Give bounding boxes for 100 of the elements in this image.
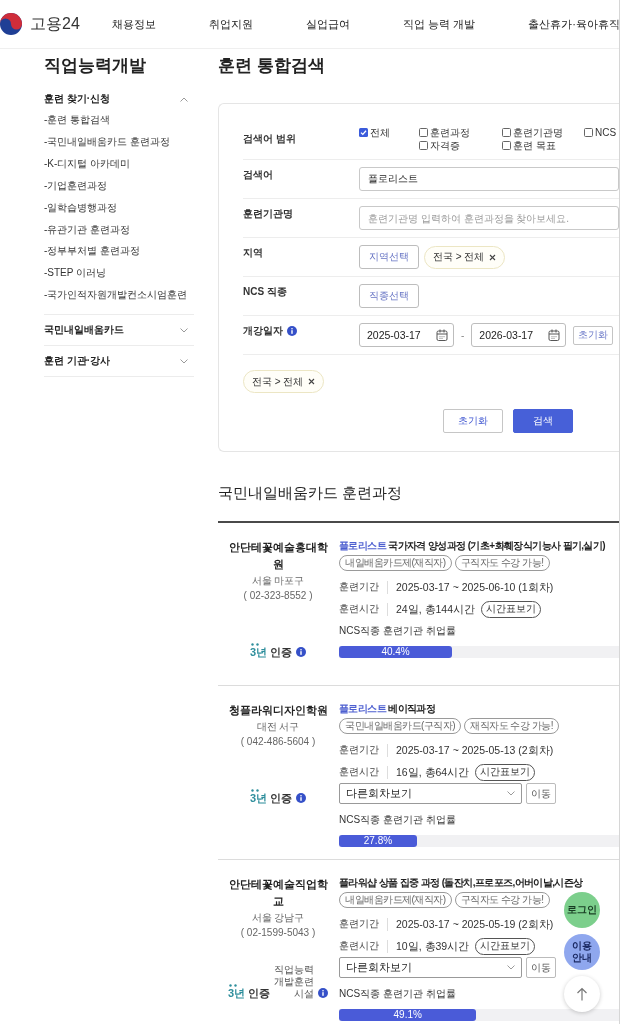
date-field[interactable]: 2026-03-17 xyxy=(471,323,567,347)
chevron-up-icon xyxy=(180,96,188,102)
go-button[interactable]: 이동 xyxy=(526,957,556,978)
menu-link[interactable]: -정부부처별 훈련과정 xyxy=(44,240,141,263)
reset-dates-button[interactable]: 초기화 xyxy=(573,325,614,345)
select-button[interactable]: 직종선택 xyxy=(359,284,419,308)
menu-link[interactable]: -국민내일배움카드 훈련과정 xyxy=(44,130,171,153)
dots-icon xyxy=(250,643,259,646)
hours-label: 훈련시간 xyxy=(339,602,379,616)
text-input-field[interactable]: 훈련기관명 입력하여 훈련과정을 찾아보세요. xyxy=(359,206,619,230)
nav-link[interactable]: 실업급여 xyxy=(306,16,350,32)
date-field[interactable]: 2025-03-17 xyxy=(359,323,454,347)
institution-phone: ( 042-486-5604 ) xyxy=(240,735,316,749)
employment-rate-fill: 49.1% xyxy=(339,1009,477,1021)
menu-link[interactable]: -훈련 통합검색 xyxy=(44,109,111,131)
scope-checkbox[interactable]: 전체 xyxy=(359,126,390,139)
hours-value: 24일, 총144시간 xyxy=(387,602,476,616)
timetable-button[interactable]: 시간표보기 xyxy=(475,763,536,781)
certification-label: 3년 인증 xyxy=(249,791,293,805)
filter-chip[interactable]: 전국 > 전체 xyxy=(424,245,506,269)
close-icon xyxy=(308,378,316,385)
section-title: 국민내일배움카드 훈련과정 xyxy=(218,483,404,503)
menu-link[interactable]: -국가인적자원개발컨소시엄훈련 xyxy=(44,284,188,307)
field-label: 검색어 xyxy=(243,168,273,182)
period-label: 훈련기간 xyxy=(339,580,379,594)
login-button[interactable]: 로그인 xyxy=(564,892,600,928)
menu-link[interactable]: -기업훈련과정 xyxy=(44,174,108,197)
period-value: 2025-03-17 ~ 2025-05-13 (2회차) xyxy=(387,743,554,757)
chevron-down-icon xyxy=(180,327,188,333)
scroll-top-button[interactable] xyxy=(564,976,600,1012)
field-label: NCS 직종 xyxy=(243,285,287,299)
menu-link[interactable]: -일학습병행과정 xyxy=(44,196,118,219)
session-select[interactable]: 다른회차보기 xyxy=(339,783,522,804)
reset-button[interactable]: 초기화 xyxy=(443,409,503,433)
filter-chip[interactable]: 전국 > 전체 xyxy=(243,370,325,393)
caret-icon xyxy=(507,965,515,970)
menu-link[interactable]: -K-디지털 아카데미 xyxy=(44,152,131,175)
menu-link[interactable]: -유관기관 훈련과정 xyxy=(44,218,131,241)
menu-link[interactable]: -STEP 이러닝 xyxy=(44,262,107,285)
calendar-icon xyxy=(436,329,448,341)
course-title-link[interactable]: 플로리스트 국가자격 양성과정 (기초+화훼장식기능사 필기,실기) xyxy=(339,539,606,553)
scope-checkbox[interactable]: 훈련기관명 xyxy=(502,126,563,139)
employment-rate-label: NCS직종 훈련기관 취업률 xyxy=(339,987,456,1001)
nav-link[interactable]: 채용정보 xyxy=(112,16,156,32)
period-label: 훈련기간 xyxy=(339,917,379,931)
home-logo-link[interactable]: 고용24 xyxy=(0,13,112,35)
menu-group-toggle[interactable]: 훈련 찾기·신청 xyxy=(44,89,194,109)
institution-location: 대전 서구 xyxy=(256,720,300,734)
info-icon xyxy=(296,793,307,803)
certification-label: 3년 인증 xyxy=(249,645,293,659)
timetable-button[interactable]: 시간표보기 xyxy=(481,600,542,618)
institution-location: 서울 강남구 xyxy=(251,911,305,925)
scope-checkbox[interactable]: NCS xyxy=(584,126,617,139)
hours-label: 훈련시간 xyxy=(339,765,379,779)
certification-facility: 직업능력 개발훈련 시설 xyxy=(274,964,315,1000)
period-value: 2025-03-17 ~ 2025-05-19 (2회차) xyxy=(387,917,554,931)
institution-name: 청플라워디자인학원 xyxy=(228,703,328,718)
page-title: 훈련 통합검색 xyxy=(218,55,326,77)
employment-rate-fill: 27.8% xyxy=(339,835,417,847)
info-icon xyxy=(318,988,329,998)
certification-label: 3년 인증 xyxy=(227,986,271,1000)
institution-phone: ( 02-1599-5043 ) xyxy=(240,926,316,940)
nav-link[interactable]: 출산휴가·육아휴직 xyxy=(528,16,620,32)
nav-link[interactable]: 취업지원 xyxy=(209,16,253,32)
chevron-down-icon xyxy=(180,358,188,364)
info-icon xyxy=(296,647,307,657)
course-title-link[interactable]: 플라워샵 상품 집중 과정 (돌잔치,프로포즈,어버이날,시즌상 xyxy=(339,876,583,890)
course-title-link[interactable]: 플로리스트 베이직과정 xyxy=(339,702,436,716)
nav-link[interactable]: 직업 능력 개발 xyxy=(403,16,476,32)
timetable-button[interactable]: 시간표보기 xyxy=(475,937,536,955)
institution-phone: ( 02-323-8552 ) xyxy=(243,589,313,603)
session-select[interactable]: 다른회차보기 xyxy=(339,957,522,978)
institution-location: 서울 마포구 xyxy=(251,574,305,588)
scope-checkbox[interactable]: 자격증 xyxy=(419,139,460,152)
guide-button[interactable]: 이용 안내 xyxy=(564,934,600,970)
sidebar-title: 직업능력개발 xyxy=(44,55,147,77)
search-button[interactable]: 검색 xyxy=(513,409,573,433)
institution-name: 안단테꽃예술홍대학원 xyxy=(228,540,328,572)
menu-group-toggle[interactable]: 훈련 기관·강사 xyxy=(44,346,194,377)
field-label: 검색어 범위 xyxy=(243,132,296,146)
text-input-field[interactable]: 플로리스트 xyxy=(359,167,619,191)
scope-checkbox[interactable]: 훈련 목표 xyxy=(502,139,556,152)
dots-icon xyxy=(250,789,259,792)
menu-group-toggle[interactable]: 국민내일배움카드 xyxy=(44,315,194,346)
select-button[interactable]: 지역선택 xyxy=(359,245,419,269)
emblem-icon xyxy=(0,13,22,35)
scope-checkbox[interactable]: 훈련과정 xyxy=(419,126,470,139)
period-label: 훈련기간 xyxy=(339,743,379,757)
hours-value: 10일, 총39시간 xyxy=(387,939,470,953)
date-separator: - xyxy=(460,329,466,341)
hours-value: 16일, 총64시간 xyxy=(387,765,470,779)
dots-icon xyxy=(228,984,237,987)
arrow-up-icon xyxy=(576,987,588,1001)
hours-label: 훈련시간 xyxy=(339,939,379,953)
field-label: 개강일자 xyxy=(243,324,283,338)
go-button[interactable]: 이동 xyxy=(526,783,556,804)
close-icon xyxy=(489,253,497,261)
employment-rate-label: NCS직종 훈련기관 취업률 xyxy=(339,624,456,638)
institution-name: 안단테꽃예술직업학교 xyxy=(228,877,328,909)
field-label: 훈련기관명 xyxy=(243,207,293,221)
